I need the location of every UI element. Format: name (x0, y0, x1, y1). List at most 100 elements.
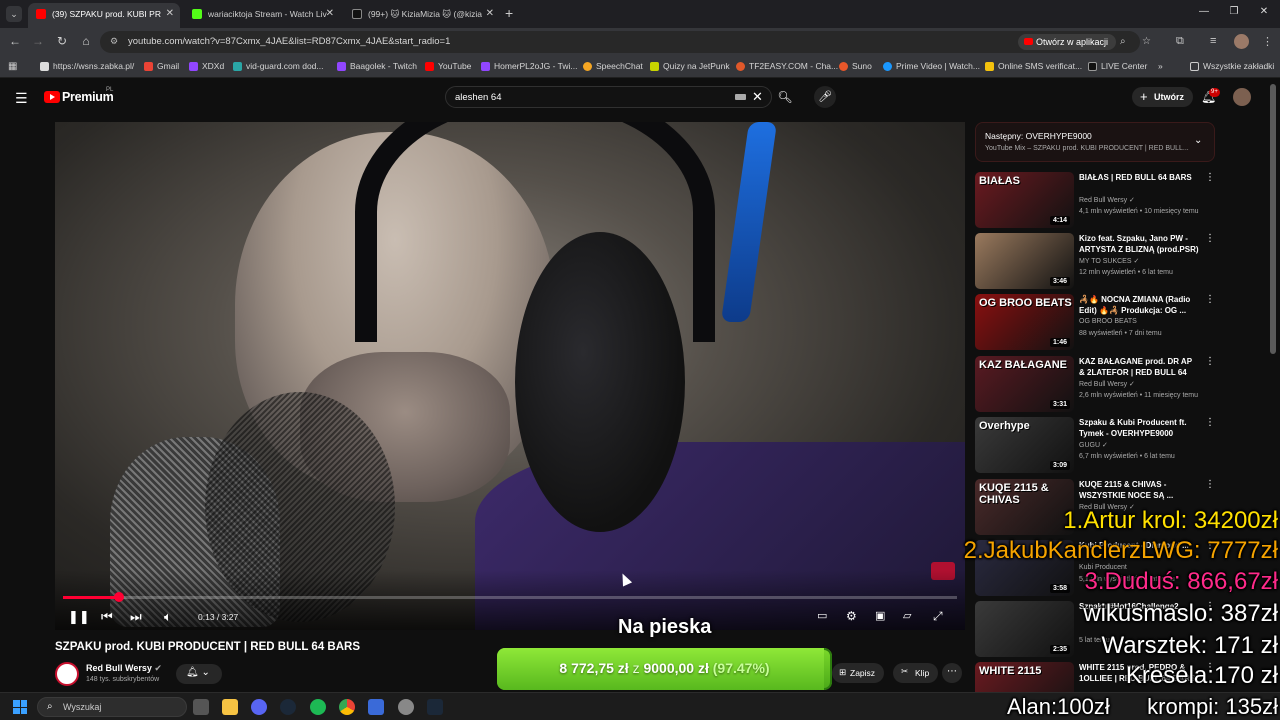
youtube-logo-icon[interactable] (44, 91, 60, 103)
recommendation-thumbnail[interactable]: 2:35 (975, 601, 1074, 657)
more-options-icon[interactable]: ⋮ (1205, 479, 1215, 490)
next-icon[interactable]: ⏭︎ (130, 609, 142, 625)
taskbar-search[interactable]: ⌕ Wyszukaj (37, 697, 187, 717)
chrome-icon[interactable] (339, 699, 355, 715)
spotify-icon[interactable] (310, 699, 326, 715)
more-options-icon[interactable]: ⋮ (1205, 233, 1215, 244)
zoom-icon[interactable]: ⌕ (1120, 36, 1126, 47)
recommendation-title[interactable]: Kizo feat. Szpaku, Jano PW - ARTYSTA Z B… (1079, 233, 1199, 255)
minimize-icon[interactable]: — (1194, 6, 1214, 17)
search-button-icon[interactable]: 🔍︎ (773, 86, 797, 108)
recommendation-thumbnail[interactable]: KUQE 2115 & CHIVAS (975, 479, 1074, 535)
media-control-icon[interactable]: ≡ (1210, 35, 1216, 47)
tab-youtube[interactable]: (39) SZPAKU prod. KUBI PR ✕ (28, 3, 180, 28)
bookmark-tf2easy[interactable]: TF2EASY.COM - Cha... (736, 61, 838, 71)
bookmark-homer[interactable]: HomerPL2oJG - Twi... (481, 61, 577, 71)
discord-icon[interactable] (251, 699, 267, 715)
volume-icon[interactable]: 🔈︎ (164, 609, 172, 625)
windows-start-icon[interactable] (13, 700, 27, 714)
subscription-bell-button[interactable]: 🔔︎ ⌄ (176, 664, 222, 684)
recommendation-thumbnail[interactable]: BIAŁAS 4:14 (975, 172, 1074, 228)
bookmark-livecenter[interactable]: LIVE Center (1088, 61, 1147, 71)
search-box[interactable]: aleshen 64 ✕ (445, 86, 772, 108)
subtitles-icon[interactable]: ▭ (817, 609, 827, 622)
app-icon[interactable] (368, 699, 384, 715)
recommendation-channel[interactable]: OG BROO BEATS (1079, 318, 1137, 325)
recommendation-thumbnail[interactable]: 3:46 (975, 233, 1074, 289)
omnibox[interactable]: ⚙ youtube.com/watch?v=87Cxmx_4JAE&list=R… (100, 31, 1151, 53)
recommendation-channel[interactable]: GUGU ✓ (1079, 441, 1108, 449)
chevron-down-icon[interactable]: ⌄ (1194, 135, 1202, 146)
pause-icon[interactable]: ❚❚ (68, 609, 90, 625)
channel-avatar[interactable] (55, 662, 79, 686)
bookmark-speechchat[interactable]: SpeechChat (583, 61, 643, 71)
channel-name[interactable]: Red Bull Wersy ✔ (86, 663, 162, 674)
fullscreen-icon[interactable]: ⤢ (933, 609, 943, 624)
clip-button[interactable]: ✂ Klip (893, 663, 939, 683)
voice-search-icon[interactable]: 🎤︎ (814, 86, 836, 108)
recommendation-channel[interactable]: MY TO SUKCES ✓ (1079, 257, 1139, 265)
steam-icon[interactable] (280, 699, 296, 715)
search-input[interactable]: aleshen 64 (455, 92, 501, 103)
recommendation-channel[interactable]: Red Bull Wersy ✓ (1079, 196, 1135, 204)
app-icon-2[interactable] (398, 699, 414, 715)
all-bookmarks[interactable]: Wszystkie zakładki (1190, 61, 1274, 71)
reload-icon[interactable]: ↻ (54, 34, 70, 48)
recommendation-title[interactable]: KUQE 2115 & CHIVAS - WSZYSTKIE NOCE SĄ .… (1079, 479, 1199, 501)
recommendation-item[interactable]: Overhype 3:09 Szpaku & Kubi Producent ft. … (975, 417, 1215, 475)
back-icon[interactable]: ← (7, 34, 23, 48)
task-view-icon[interactable] (193, 699, 209, 715)
more-actions-icon[interactable]: ⋯ (942, 663, 962, 683)
recommendation-thumbnail[interactable]: Overhype 3:09 (975, 417, 1074, 473)
bookmark-vidguard[interactable]: vid-guard.com dod... (233, 61, 323, 71)
recommendation-thumbnail[interactable]: KAZ BAŁAGANE 3:31 (975, 356, 1074, 412)
bookmark-gmail[interactable]: Gmail (144, 61, 179, 71)
create-button[interactable]: + Utwórz (1132, 87, 1193, 107)
video-player[interactable]: ❚❚ ⏮︎ ⏭︎ 🔈︎ 0:13 / 3:27 ▭ ⚙ ▣ ▱ ⤢ (55, 122, 965, 630)
progress-scrubber[interactable] (114, 592, 124, 602)
bookmark-star-icon[interactable]: ☆ (1142, 36, 1151, 47)
restore-icon[interactable]: ❐ (1224, 6, 1244, 17)
profile-avatar[interactable] (1234, 34, 1249, 49)
open-in-app-button[interactable]: Otwórz w aplikacji (1018, 34, 1117, 50)
site-info-icon[interactable]: ⚙ (110, 36, 118, 47)
extensions-icon[interactable]: ⧉ (1176, 35, 1184, 48)
more-options-icon[interactable]: ⋮ (1205, 172, 1215, 183)
new-tab-icon[interactable]: + (505, 5, 513, 21)
bookmark-primevideo[interactable]: Prime Video | Watch... (883, 61, 980, 71)
bookmark-youtube[interactable]: YouTube (425, 61, 471, 71)
miniplayer-icon[interactable]: ▣ (875, 609, 885, 622)
previous-icon[interactable]: ⏮︎ (101, 609, 113, 625)
cast-icon[interactable]: ▱ (903, 609, 911, 622)
more-options-icon[interactable]: ⋮ (1205, 294, 1215, 305)
recommendation-item[interactable]: BIAŁAS 4:14 BIAŁAS | RED BULL 64 BARS Red B… (975, 172, 1215, 230)
more-options-icon[interactable]: ⋮ (1205, 356, 1215, 367)
apps-grid-icon[interactable]: ▦ (8, 61, 17, 72)
recommendation-item[interactable]: KAZ BAŁAGANE 3:31 KAZ BAŁAGANE prod. DR AP… (975, 356, 1215, 414)
forward-icon[interactable]: → (30, 34, 46, 48)
bookmark-sms[interactable]: Online SMS verificat... (985, 61, 1082, 71)
recommendation-channel[interactable]: Red Bull Wersy ✓ (1079, 380, 1135, 388)
bookmark-zabka[interactable]: https://wsns.zabka.pl/ (40, 61, 134, 71)
close-window-icon[interactable]: ✕ (1254, 6, 1274, 17)
steam-icon-2[interactable] (427, 699, 443, 715)
bookmark-jetpunk[interactable]: Quizy na JetPunk (650, 61, 730, 71)
menu-kebab-icon[interactable]: ⋮ (1262, 35, 1273, 48)
close-tab-icon[interactable]: ✕ (326, 3, 334, 25)
keyboard-icon[interactable] (735, 94, 746, 100)
tab-kick[interactable]: wariaciktoja Stream - Watch Liv ✕ (184, 3, 340, 28)
bookmark-xdxd[interactable]: XDXd (189, 61, 224, 71)
clear-search-icon[interactable]: ✕ (752, 89, 763, 105)
home-icon[interactable]: ⌂ (78, 34, 94, 48)
tab-tiktok[interactable]: (99+) 🐱 KiziaMizia 🐱 (@kizia ✕ (344, 3, 500, 28)
hamburger-menu-icon[interactable]: ☰ (15, 90, 28, 107)
more-options-icon[interactable]: ⋮ (1205, 417, 1215, 428)
recommendation-title[interactable]: BIAŁAS | RED BULL 64 BARS (1079, 172, 1199, 183)
bookmark-baagolek[interactable]: Baagolek - Twitch (337, 61, 417, 71)
recommendation-item[interactable]: 3:46 Kizo feat. Szpaku, Jano PW - ARTYSTA… (975, 233, 1215, 291)
settings-gear-icon[interactable]: ⚙ (846, 609, 857, 623)
save-button[interactable]: ⊞ Zapisz (832, 663, 885, 683)
close-tab-icon[interactable]: ✕ (486, 3, 494, 25)
recommendation-thumbnail[interactable]: OG BROO BEATS 1:46 (975, 294, 1074, 350)
recommendation-item[interactable]: OG BROO BEATS 1:46 🦂🔥 NOCNA ZMIANA (Radio … (975, 294, 1215, 352)
